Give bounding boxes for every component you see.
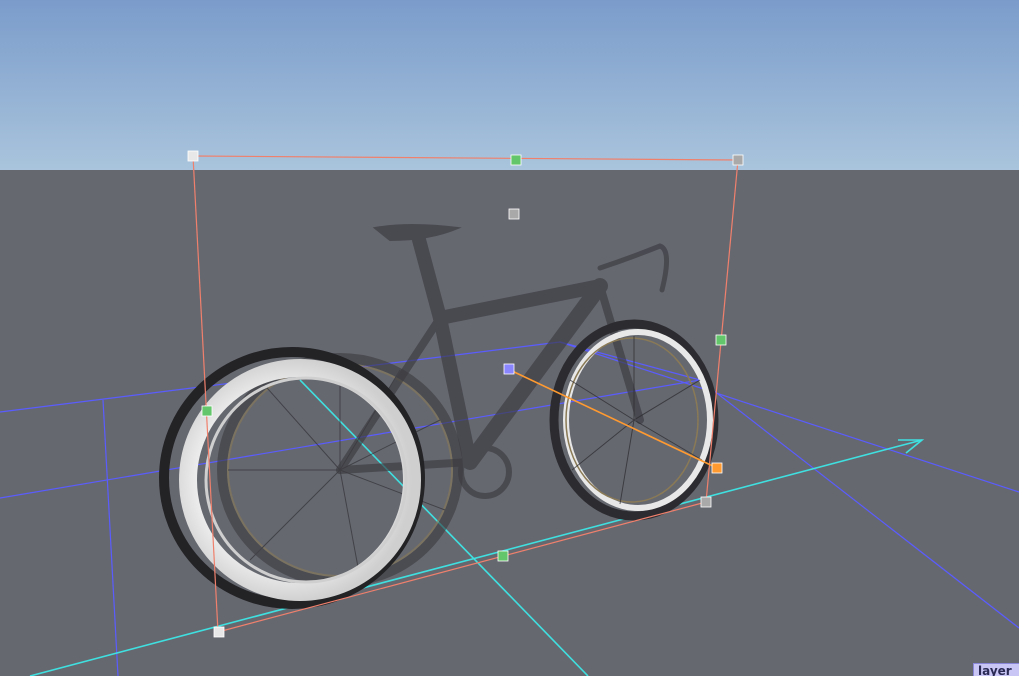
move-handle[interactable]	[503, 363, 515, 375]
scene-canvas[interactable]	[0, 0, 1019, 676]
rotate-handle[interactable]	[711, 462, 723, 474]
corner-handle-bottom-right[interactable]	[700, 496, 712, 508]
corner-handle-bottom-left[interactable]	[213, 626, 225, 638]
scale-handle-right[interactable]	[715, 334, 727, 346]
3d-viewport[interactable]: layer	[0, 0, 1019, 676]
ground-plane	[0, 170, 1019, 676]
center-handle-top[interactable]	[508, 208, 520, 220]
scale-handle-top[interactable]	[510, 154, 522, 166]
scale-handle-bottom[interactable]	[497, 550, 509, 562]
corner-handle-top-right[interactable]	[732, 154, 744, 166]
sky	[0, 0, 1019, 170]
scale-handle-left[interactable]	[201, 405, 213, 417]
corner-handle-top-left[interactable]	[187, 150, 199, 162]
layer-tab[interactable]: layer	[973, 663, 1019, 676]
